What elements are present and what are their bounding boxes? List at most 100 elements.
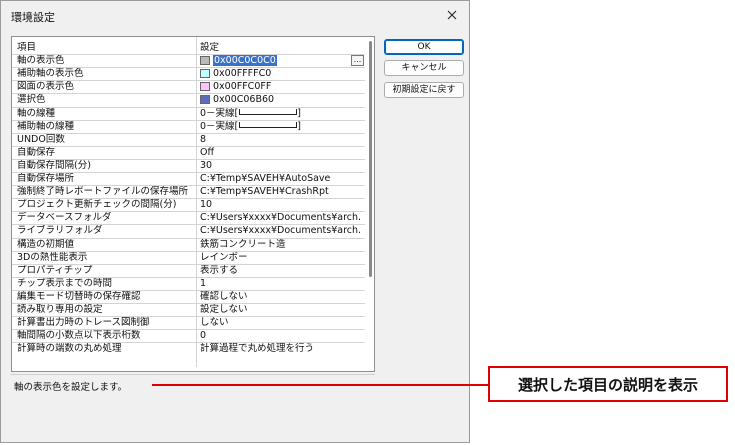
setting-value: C:¥Users¥xxxx¥Documents¥arch... [200, 225, 362, 237]
reset-defaults-button[interactable]: 初期設定に戻す [384, 82, 464, 98]
scrollbar-thumb[interactable] [369, 41, 372, 277]
setting-value-cell[interactable]: C:¥Temp¥SAVEH¥CrashRpt [200, 186, 362, 197]
table-row[interactable]: チップ表示までの時間 1 [12, 278, 365, 289]
setting-label: プロパティチップ [17, 264, 93, 276]
line-style-bracket: ] [297, 120, 301, 132]
setting-value-cell[interactable]: しない [200, 317, 362, 328]
setting-value: 表示する [200, 264, 239, 276]
setting-value-cell[interactable]: C:¥Users¥xxxx¥Documents¥arch... [200, 212, 362, 223]
table-row[interactable]: 軸の線種 0－実線[] [12, 108, 365, 119]
line-style-bracket: ] [297, 107, 301, 119]
setting-label: 強制終了時レポートファイルの保存場所 [17, 186, 189, 198]
callout-annotation: 選択した項目の説明を表示 [488, 366, 728, 402]
setting-value: 8 [200, 133, 207, 145]
vertical-scrollbar[interactable] [366, 37, 374, 371]
setting-value-cell[interactable]: レインボー [200, 252, 362, 263]
setting-value-cell[interactable]: 設定しない [200, 304, 362, 315]
table-row[interactable]: データベースフォルダ C:¥Users¥xxxx¥Documents¥arch..… [12, 212, 365, 223]
setting-label: 自動保存間隔(分) [17, 159, 91, 171]
setting-label: 選択色 [17, 94, 46, 106]
setting-value-cell[interactable]: 0x00C0C0C0 [200, 55, 362, 67]
setting-value-cell[interactable]: 8 [200, 134, 362, 145]
setting-value-cell[interactable]: 計算過程で丸め処理を行う [200, 343, 362, 354]
color-swatch [200, 82, 210, 92]
table-row[interactable]: 選択色 0x00C06B60 [12, 94, 365, 105]
table-row[interactable]: 補助軸の線種 0－実線[] [12, 121, 365, 132]
setting-value-cell[interactable]: 10 [200, 199, 362, 210]
table-row[interactable]: 自動保存 Off [12, 147, 365, 158]
setting-value-cell[interactable]: 表示する [200, 265, 362, 276]
setting-label: 軸間隔の小数点以下表示桁数 [17, 330, 141, 342]
setting-value: 0－実線[ [200, 120, 239, 132]
setting-value: 確認しない [200, 290, 248, 302]
close-icon [447, 10, 457, 20]
table-row[interactable]: 補助軸の表示色 0x00FFFFC0 [12, 68, 365, 79]
setting-value: 0－実線[ [200, 107, 239, 119]
setting-value-cell[interactable]: 0－実線[] [200, 121, 362, 132]
setting-value-cell[interactable]: C:¥Temp¥SAVEH¥AutoSave [200, 173, 362, 184]
table-row[interactable]: 強制終了時レポートファイルの保存場所 C:¥Temp¥SAVEH¥CrashRpt [12, 186, 365, 197]
setting-label: プロジェクト更新チェックの間隔(分) [17, 199, 177, 211]
table-row[interactable]: プロパティチップ 表示する [12, 265, 365, 276]
setting-value-cell[interactable]: 0x00C06B60 [200, 94, 362, 105]
table-row[interactable]: 図面の表示色 0x00FFC0FF [12, 81, 365, 92]
table-row[interactable]: 自動保存間隔(分) 30 [12, 160, 365, 171]
window-title: 環境設定 [11, 11, 55, 24]
description-text: 軸の表示色を設定します。 [14, 382, 128, 393]
table-row[interactable]: ライブラリフォルダ C:¥Users¥xxxx¥Documents¥arch... [12, 225, 365, 236]
setting-label: UNDO回数 [17, 133, 65, 145]
ellipsis-button[interactable]: ... [351, 55, 364, 67]
ok-button[interactable]: OK [384, 39, 464, 55]
setting-label: 計算書出力時のトレース図制御 [17, 317, 150, 329]
table-row[interactable]: 計算時の端数の丸め処理 計算過程で丸め処理を行う [12, 343, 365, 354]
setting-label: 編集モード切替時の保存確認 [17, 290, 141, 302]
line-style-preview [239, 122, 298, 129]
cancel-button[interactable]: キャンセル [384, 60, 464, 76]
setting-value: C:¥Temp¥SAVEH¥CrashRpt [200, 186, 329, 198]
setting-value-cell[interactable]: 0x00FFC0FF [200, 81, 362, 92]
setting-value-cell[interactable]: 1 [200, 278, 362, 289]
table-row[interactable]: 読み取り専用の設定 設定しない [12, 304, 365, 315]
setting-value-cell[interactable]: 0 [200, 330, 362, 341]
table-row[interactable]: 構造の初期値 鉄筋コンクリート造 [12, 239, 365, 250]
setting-value-cell[interactable]: Off [200, 147, 362, 158]
setting-value-cell[interactable]: 確認しない [200, 291, 362, 302]
setting-value: Off [200, 146, 215, 158]
table-row[interactable]: 計算書出力時のトレース図制御 しない [12, 317, 365, 328]
table-row[interactable]: プロジェクト更新チェックの間隔(分) 10 [12, 199, 365, 210]
setting-label: 軸の表示色 [17, 55, 65, 67]
table-row[interactable]: 自動保存場所 C:¥Temp¥SAVEH¥AutoSave [12, 173, 365, 184]
table-row[interactable]: 軸間隔の小数点以下表示桁数 0 [12, 330, 365, 341]
setting-label: 読み取り専用の設定 [17, 304, 103, 315]
setting-value-cell[interactable]: 30 [200, 160, 362, 171]
setting-label: 図面の表示色 [17, 81, 75, 93]
setting-value-cell[interactable]: 0x00FFFFC0 [200, 68, 362, 79]
title-bar: 環境設定 [1, 1, 469, 31]
table-row[interactable]: 編集モード切替時の保存確認 確認しない [12, 291, 365, 302]
setting-value: 鉄筋コンクリート造 [200, 238, 286, 250]
color-swatch [200, 69, 210, 79]
table-row[interactable]: UNDO回数 8 [12, 134, 365, 145]
close-button[interactable] [441, 5, 463, 25]
settings-grid[interactable]: 項目 設定 軸の表示色 0x00C0C0C0... 補助軸の表示色 0x00FFFFC0 図… [11, 36, 375, 372]
setting-value: 0x00FFFFC0 [213, 68, 272, 80]
setting-label: 自動保存 [17, 146, 56, 158]
setting-label: 自動保存場所 [17, 173, 75, 184]
setting-value: レインボー [200, 251, 248, 263]
setting-value: しない [200, 317, 229, 329]
setting-value: 1 [200, 277, 207, 289]
setting-value-cell[interactable]: 0－実線[] [200, 108, 362, 119]
setting-value: 0x00C0C0C0 [213, 55, 277, 67]
table-row[interactable]: 軸の表示色 0x00C0C0C0... [12, 55, 365, 67]
setting-value: 0x00C06B60 [213, 94, 275, 106]
setting-value: 30 [200, 159, 213, 171]
setting-label: ライブラリフォルダ [17, 225, 103, 237]
setting-value-cell[interactable]: 鉄筋コンクリート造 [200, 239, 362, 250]
setting-label: 構造の初期値 [17, 238, 75, 250]
setting-value: C:¥Temp¥SAVEH¥AutoSave [200, 173, 331, 184]
setting-label: 計算時の端数の丸め処理 [17, 343, 122, 355]
setting-value-cell[interactable]: C:¥Users¥xxxx¥Documents¥arch... [200, 225, 362, 236]
table-row[interactable]: 3Dの熱性能表示 レインボー [12, 252, 365, 263]
column-header-item: 項目 [17, 42, 37, 53]
setting-label: 軸の線種 [17, 107, 56, 119]
